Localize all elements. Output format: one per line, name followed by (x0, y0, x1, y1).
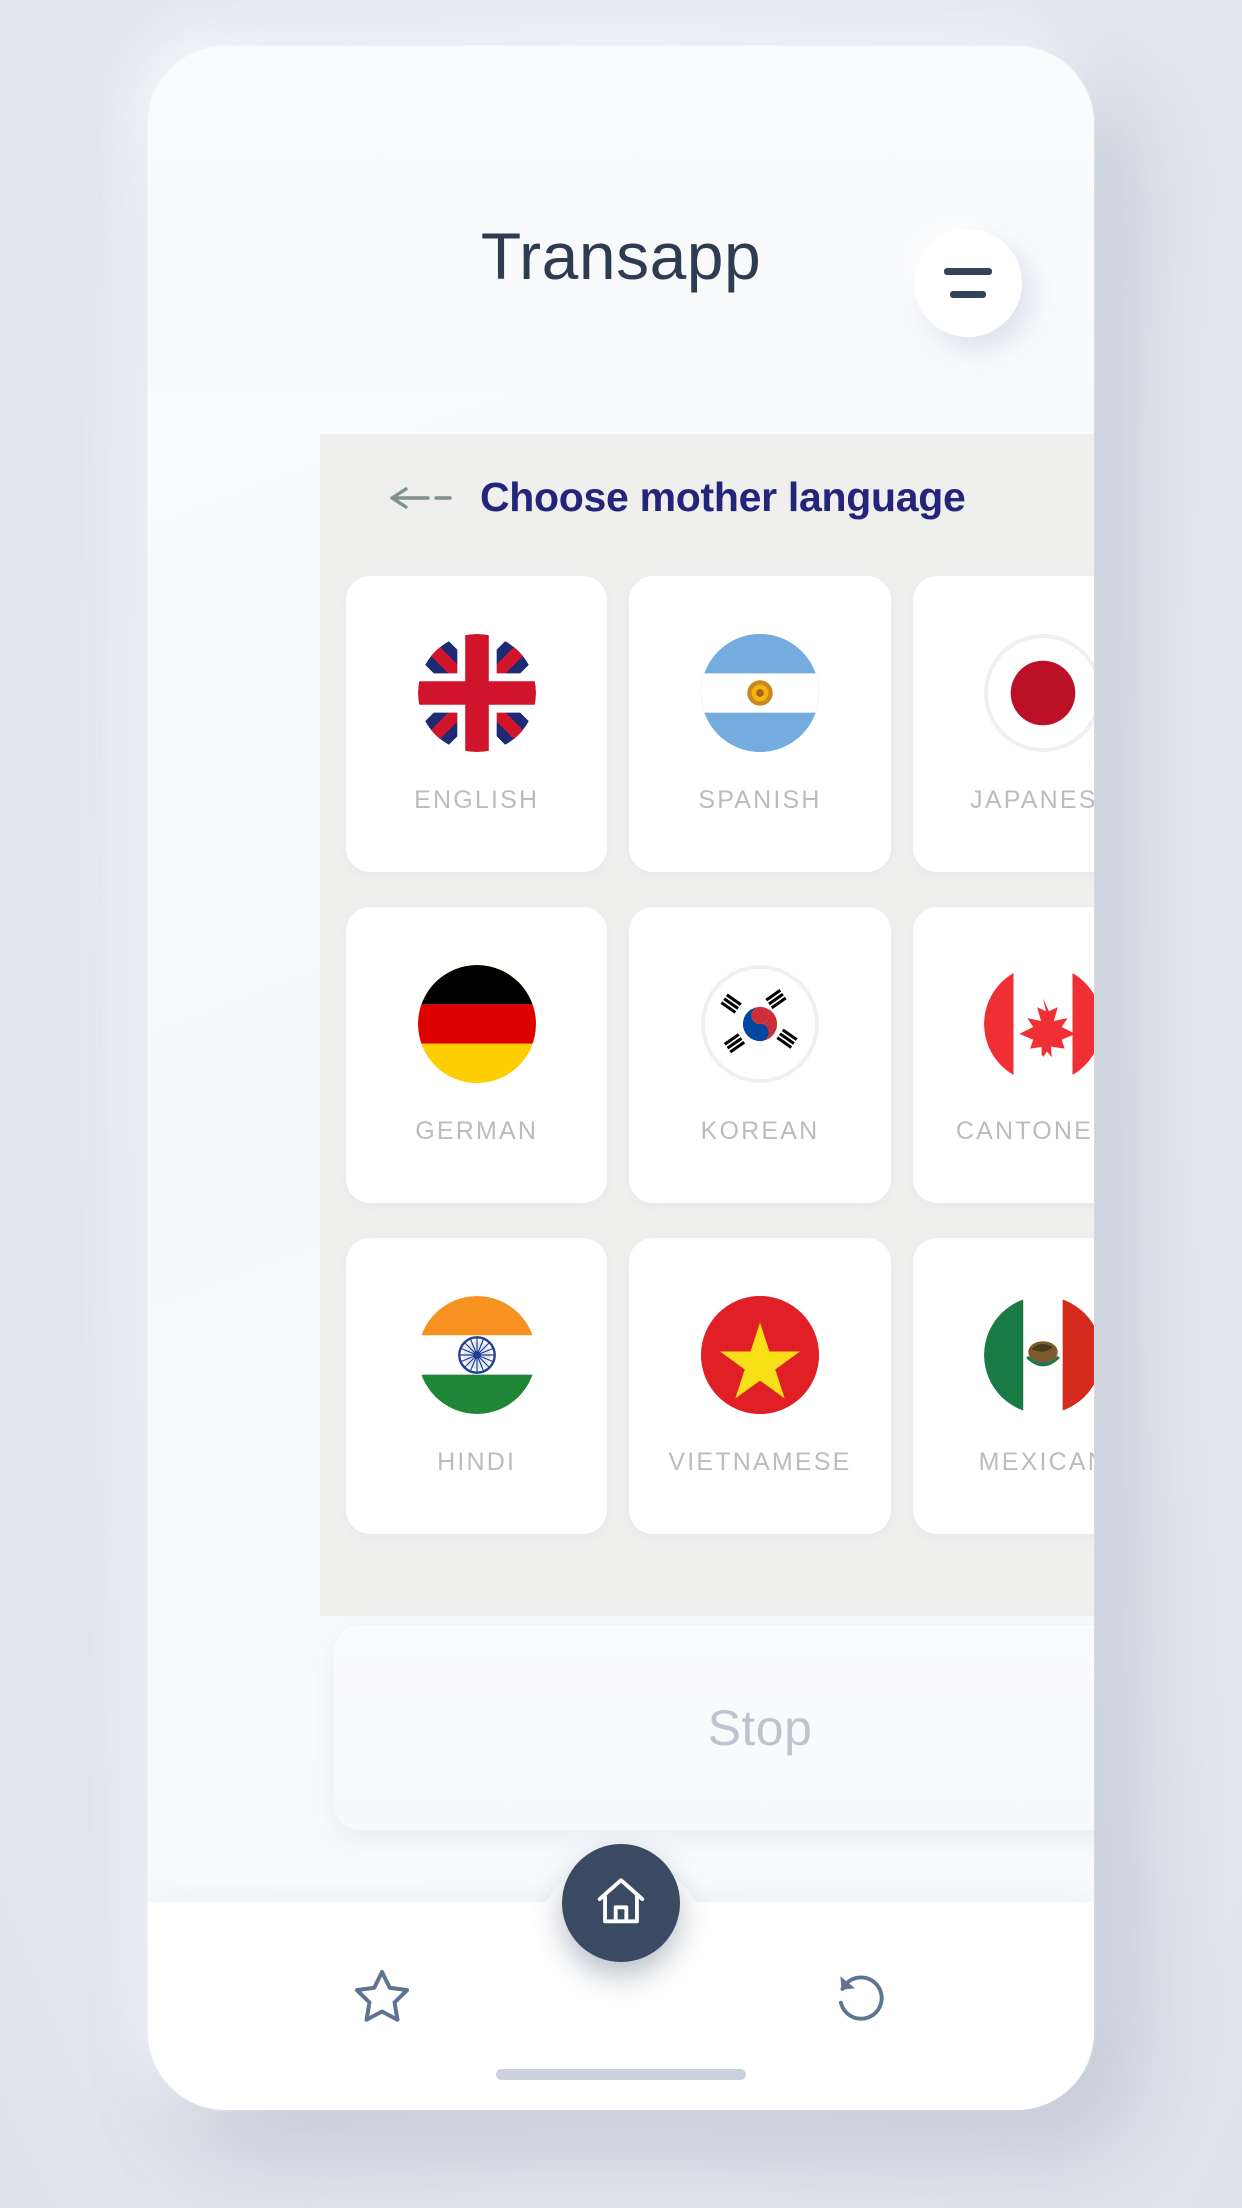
bottom-navigation-bar (148, 1844, 1094, 2110)
vietnam-flag-icon (700, 1295, 819, 1414)
language-label: SPANISH (698, 785, 822, 814)
screen: Transapp Choose mother language ENGLISH … (0, 0, 1242, 2208)
hamburger-icon-line-top (944, 268, 992, 275)
language-label: KOREAN (700, 1116, 820, 1145)
language-card-cantonese[interactable]: CANTONESE (912, 907, 1094, 1203)
language-label: VIETNAMESE (668, 1447, 852, 1476)
refresh-icon (829, 1965, 891, 2032)
mexico-flag-icon (984, 1295, 1094, 1414)
language-card-korean[interactable]: KOREAN (629, 907, 891, 1203)
nav-refresh-button[interactable] (812, 1950, 908, 2046)
panel-title: Choose mother language (480, 474, 966, 520)
nav-favorites-button[interactable] (334, 1950, 430, 2046)
language-label: GERMAN (415, 1116, 539, 1145)
language-panel: Choose mother language ENGLISH SPANISH J… (320, 434, 1094, 1616)
india-flag-icon (417, 1295, 536, 1414)
panel-header: Choose mother language (388, 474, 966, 521)
language-card-vietnamese[interactable]: VIETNAMESE (629, 1238, 891, 1534)
hamburger-menu-button[interactable] (914, 229, 1022, 337)
language-label: JAPANESE (970, 785, 1094, 814)
language-grid: ENGLISH SPANISH JAPANES GERMAN KOREAN CA… (320, 576, 1094, 1534)
language-card-mexican[interactable]: MEXICAN (912, 1238, 1094, 1534)
korea-flag-icon (700, 964, 819, 1083)
home-icon (592, 1872, 650, 1935)
germany-flag-icon (417, 964, 536, 1083)
stop-button-label: Stop (707, 1700, 813, 1756)
language-card-japanese[interactable]: JAPANESE (912, 576, 1094, 872)
star-icon (350, 1964, 414, 2033)
canada-flag-icon (984, 964, 1094, 1083)
language-label: ENGLISH (414, 785, 540, 814)
language-card-spanish[interactable]: SPANISH (629, 576, 891, 872)
language-label: MEXICAN (978, 1447, 1094, 1476)
phone-frame: Transapp Choose mother language ENGLISH … (148, 46, 1094, 2110)
language-label: HINDI (437, 1447, 517, 1476)
language-label: CANTONESE (955, 1116, 1094, 1145)
stop-button[interactable]: Stop (334, 1626, 1094, 1830)
language-card-german[interactable]: GERMAN (346, 907, 608, 1203)
japan-flag-icon (984, 633, 1094, 752)
app-header: Transapp (148, 46, 1094, 388)
argentina-flag-icon (700, 633, 819, 752)
uk-flag-icon (417, 633, 536, 752)
language-card-english[interactable]: ENGLISH (346, 576, 608, 872)
back-arrow-icon[interactable] (388, 484, 454, 512)
language-card-hindi[interactable]: HINDI (346, 1238, 608, 1534)
hamburger-icon-line-bottom (950, 291, 986, 298)
nav-home-button[interactable] (562, 1844, 680, 1962)
home-indicator (496, 2069, 746, 2080)
